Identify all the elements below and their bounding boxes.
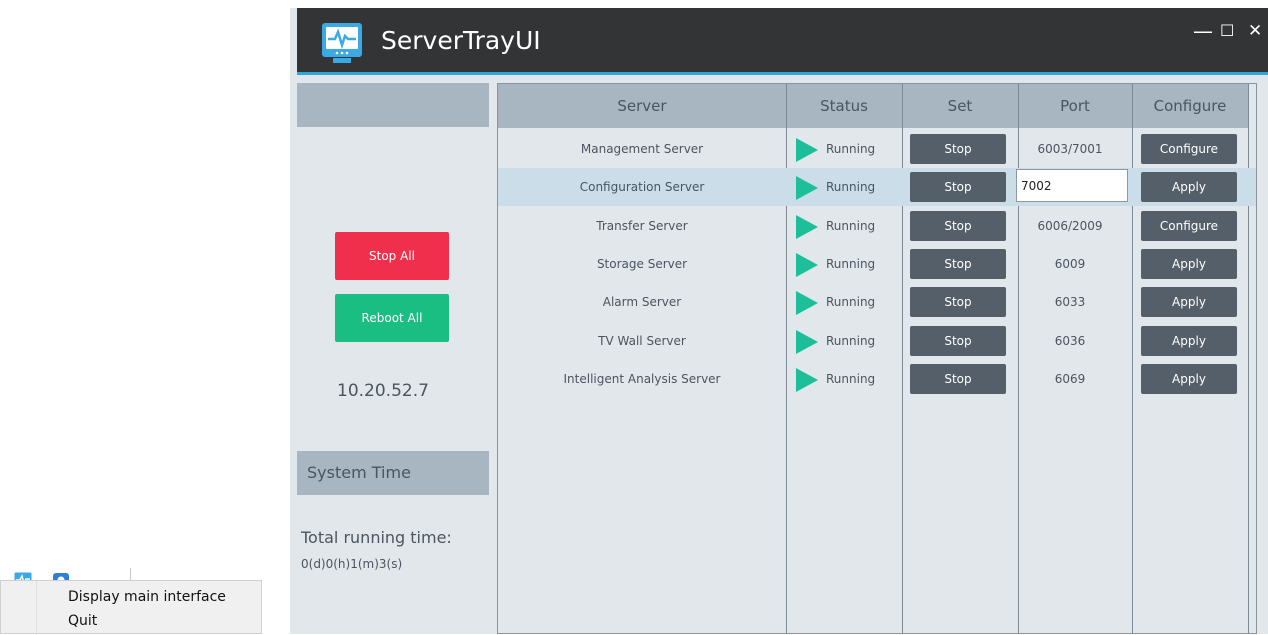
server-name: Intelligent Analysis Server — [563, 372, 721, 386]
apply-button[interactable]: Apply — [1141, 172, 1237, 202]
stop-button[interactable]: Stop — [910, 326, 1006, 356]
left-panel-body: Stop All Reboot All 10.20.52.7 — [297, 127, 489, 445]
play-triangle-icon — [796, 253, 818, 277]
status-text: Running — [826, 142, 876, 156]
server-name: Configuration Server — [579, 180, 705, 194]
ip-address: 10.20.52.7 — [337, 381, 429, 401]
apply-button[interactable]: Apply — [1141, 287, 1237, 317]
configure-button[interactable]: Configure — [1141, 211, 1237, 241]
server-name: Alarm Server — [602, 295, 682, 309]
column-header-port: Port — [1018, 84, 1132, 128]
left-panel: Stop All Reboot All 10.20.52.7 System Ti… — [297, 83, 489, 634]
stop-button[interactable]: Stop — [910, 249, 1006, 279]
apply-button[interactable]: Apply — [1141, 364, 1237, 394]
port-value: 6003/7001 — [1037, 142, 1103, 156]
stop-button[interactable]: Stop — [910, 364, 1006, 394]
menu-gutter — [36, 581, 37, 635]
menu-item-quit[interactable]: Quit — [68, 613, 97, 629]
configure-button[interactable]: Configure — [1141, 134, 1237, 164]
server-name: Storage Server — [596, 257, 688, 271]
play-triangle-icon — [796, 330, 818, 354]
port-value: 6036 — [1054, 334, 1086, 348]
stop-button[interactable]: Stop — [910, 211, 1006, 241]
port-value: 6006/2009 — [1037, 219, 1103, 233]
apply-button[interactable]: Apply — [1141, 249, 1237, 279]
server-table: Server Status Set Port Configure Managem… — [497, 83, 1257, 634]
table-row[interactable]: Storage Server Running Stop 6009 Apply — [498, 245, 1256, 283]
column-header-server: Server — [498, 84, 786, 128]
play-triangle-icon — [796, 215, 818, 239]
port-value: 6033 — [1054, 295, 1086, 309]
table-row[interactable]: Intelligent Analysis Server Running Stop… — [498, 360, 1256, 398]
main-window: ServerTrayUI — ☐ ✕ Stop All Reboot All 1… — [290, 8, 1268, 634]
column-header-set: Set — [902, 84, 1018, 128]
maximize-button[interactable]: ☐ — [1220, 20, 1234, 42]
port-input[interactable] — [1016, 169, 1128, 202]
port-value: 6069 — [1054, 372, 1086, 386]
play-triangle-icon — [796, 138, 818, 162]
table-row[interactable]: Transfer Server Running Stop 6006/2009 C… — [498, 207, 1256, 245]
stop-all-button[interactable]: Stop All — [335, 232, 449, 280]
stop-button[interactable]: Stop — [910, 172, 1006, 202]
status-text: Running — [826, 295, 876, 309]
close-button[interactable]: ✕ — [1248, 20, 1262, 42]
left-panel-header — [297, 83, 489, 127]
table-row[interactable]: Configuration Server Running Stop Apply — [498, 168, 1256, 206]
status-text: Running — [826, 180, 876, 194]
total-running-time-label: Total running time: — [301, 528, 452, 547]
column-header-configure: Configure — [1132, 84, 1248, 128]
title-bar[interactable]: ServerTrayUI — ☐ ✕ — [297, 8, 1268, 75]
minimize-button[interactable]: — — [1193, 20, 1213, 42]
play-triangle-icon — [796, 368, 818, 392]
total-running-time-value: 0(d)0(h)1(m)3(s) — [301, 557, 403, 571]
column-header-status: Status — [786, 84, 902, 128]
status-text: Running — [826, 219, 876, 233]
app-monitor-icon — [322, 23, 362, 63]
reboot-all-button[interactable]: Reboot All — [335, 294, 449, 342]
stop-button[interactable]: Stop — [910, 134, 1006, 164]
app-title: ServerTrayUI — [381, 26, 541, 55]
table-row[interactable]: Management Server Running Stop 6003/7001… — [498, 130, 1256, 168]
apply-button[interactable]: Apply — [1141, 326, 1237, 356]
port-value: 6009 — [1054, 257, 1086, 271]
table-row[interactable]: TV Wall Server Running Stop 6036 Apply — [498, 322, 1256, 360]
server-name: Transfer Server — [596, 219, 688, 233]
table-row[interactable]: Alarm Server Running Stop 6033 Apply — [498, 283, 1256, 321]
status-text: Running — [826, 257, 876, 271]
server-name: Management Server — [580, 142, 704, 156]
server-name: TV Wall Server — [598, 334, 686, 348]
status-text: Running — [826, 334, 876, 348]
system-time-header: System Time — [297, 451, 489, 495]
play-triangle-icon — [796, 291, 818, 315]
tray-context-menu: Display main interface Quit — [0, 580, 262, 635]
stop-button[interactable]: Stop — [910, 287, 1006, 317]
status-text: Running — [826, 372, 876, 386]
menu-item-display-main-interface[interactable]: Display main interface — [68, 589, 226, 605]
play-triangle-icon — [796, 176, 818, 200]
